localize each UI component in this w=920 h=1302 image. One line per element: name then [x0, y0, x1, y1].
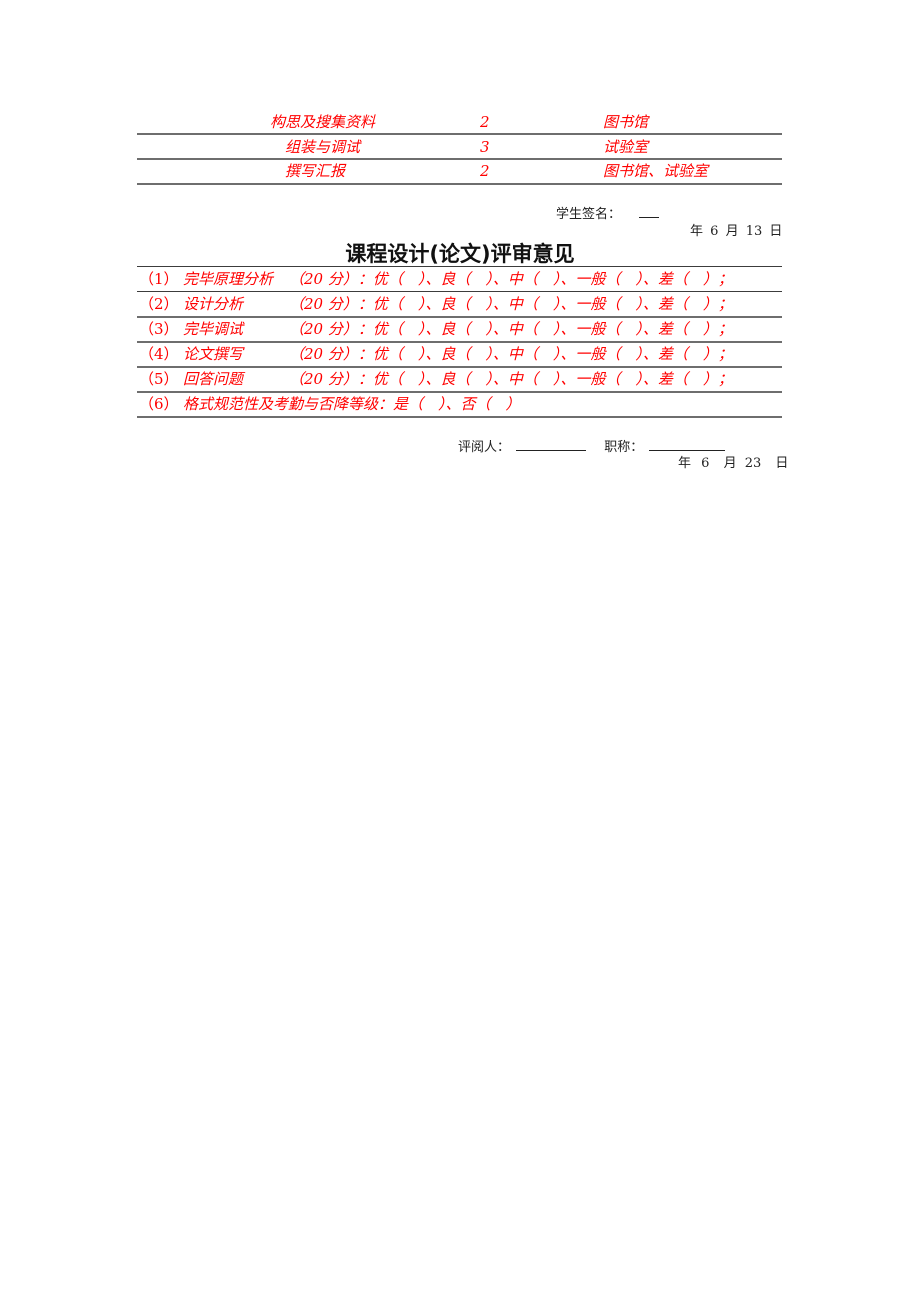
- item-index: （1）: [139, 270, 179, 288]
- row-divider: [137, 316, 782, 318]
- review-item: （5） 回答问题 （20 分）：优（ ）、良（ ）、中（ ）、一般（ ）、差（ ）；: [139, 370, 733, 388]
- day-label: 日: [775, 456, 789, 471]
- item-score: （20 分）：: [289, 295, 373, 313]
- item-score: （20 分）：: [289, 370, 373, 388]
- reviewer-date: 年 6 月 23 日: [678, 452, 788, 471]
- day-label: 日: [769, 224, 783, 239]
- item-index: （4）: [139, 345, 179, 363]
- row-divider: [137, 291, 782, 292]
- task-cell: 组装与调试: [285, 138, 361, 156]
- day-value: 23: [744, 456, 762, 471]
- item-score: （20 分）：: [289, 345, 373, 363]
- task-cell: 撰写汇报: [285, 162, 346, 180]
- item-score: （20 分）：: [289, 320, 373, 338]
- item-name: 完毕原理分析: [183, 270, 274, 288]
- reviewer-blank[interactable]: [516, 438, 587, 451]
- item-index: （3）: [139, 320, 179, 338]
- review-item: （4） 论文撰写 （20 分）：优（ ）、良（ ）、中（ ）、一般（ ）、差（ ）；: [139, 345, 733, 363]
- month-label: 月: [723, 456, 737, 471]
- student-signature: 学生签名：: [556, 203, 660, 222]
- item-grades: 优（ ）、良（ ）、中（ ）、一般（ ）、差（ ）；: [372, 270, 733, 288]
- days-cell: 2: [480, 162, 490, 180]
- row-divider: [137, 366, 782, 368]
- item-grades: 优（ ）、良（ ）、中（ ）、一般（ ）、差（ ）；: [372, 320, 733, 338]
- item-score: （20 分）：: [289, 270, 373, 288]
- row-divider: [137, 416, 782, 418]
- item-index: （5）: [139, 370, 179, 388]
- row-divider: [137, 266, 782, 267]
- item-name: 设计分析: [183, 295, 244, 313]
- month-value: 6: [710, 224, 719, 239]
- month-value: 6: [701, 456, 710, 471]
- item-grades: 优（ ）、良（ ）、中（ ）、一般（ ）、差（ ）；: [372, 345, 733, 363]
- student-sign-date: 年 6 月 13 日: [690, 220, 782, 239]
- reviewer-label: 评阅人：: [458, 440, 511, 455]
- review-item: （1） 完毕原理分析 （20 分）：优（ ）、良（ ）、中（ ）、一般（ ）、差（ …: [139, 270, 733, 288]
- item-grades: 优（ ）、良（ ）、中（ ）、一般（ ）、差（ ）；: [372, 370, 733, 388]
- title-blank[interactable]: [649, 438, 726, 451]
- student-sign-blank[interactable]: [639, 205, 660, 218]
- year-label: 年: [678, 456, 692, 471]
- row-divider: [137, 183, 782, 185]
- review-item: （3） 完毕调试 （20 分）：优（ ）、良（ ）、中（ ）、一般（ ）、差（ ）；: [139, 320, 733, 338]
- place-cell: 图书馆: [603, 113, 649, 131]
- item-text: 格式规范性及考勤与否降等级：是（ ）、否（ ）: [183, 395, 521, 413]
- item-name: 回答问题: [183, 370, 244, 388]
- day-value: 13: [745, 224, 763, 239]
- item-name: 完毕调试: [183, 320, 244, 338]
- days-cell: 2: [480, 113, 490, 131]
- task-cell: 构思及搜集资料: [270, 113, 376, 131]
- student-sign-label: 学生签名：: [556, 207, 622, 222]
- year-label: 年: [690, 224, 704, 239]
- row-divider: [137, 158, 782, 160]
- item-grades: 优（ ）、良（ ）、中（ ）、一般（ ）、差（ ）；: [372, 295, 733, 313]
- row-divider: [137, 391, 782, 393]
- review-item: （2） 设计分析 （20 分）：优（ ）、良（ ）、中（ ）、一般（ ）、差（ ）；: [139, 295, 733, 313]
- row-divider: [137, 341, 782, 343]
- place-cell: 试验室: [603, 138, 649, 156]
- month-label: 月: [725, 224, 739, 239]
- review-item-format: （6） 格式规范性及考勤与否降等级：是（ ）、否（ ）: [139, 395, 521, 413]
- title-label: 职称：: [604, 440, 644, 455]
- item-index: （2）: [139, 295, 179, 313]
- item-index: （6）: [139, 395, 179, 413]
- review-title: 课程设计(论文)评审意见: [345, 242, 575, 266]
- days-cell: 3: [480, 138, 490, 156]
- item-name: 论文撰写: [183, 345, 244, 363]
- place-cell: 图书馆、试验室: [603, 162, 709, 180]
- row-divider: [137, 133, 782, 135]
